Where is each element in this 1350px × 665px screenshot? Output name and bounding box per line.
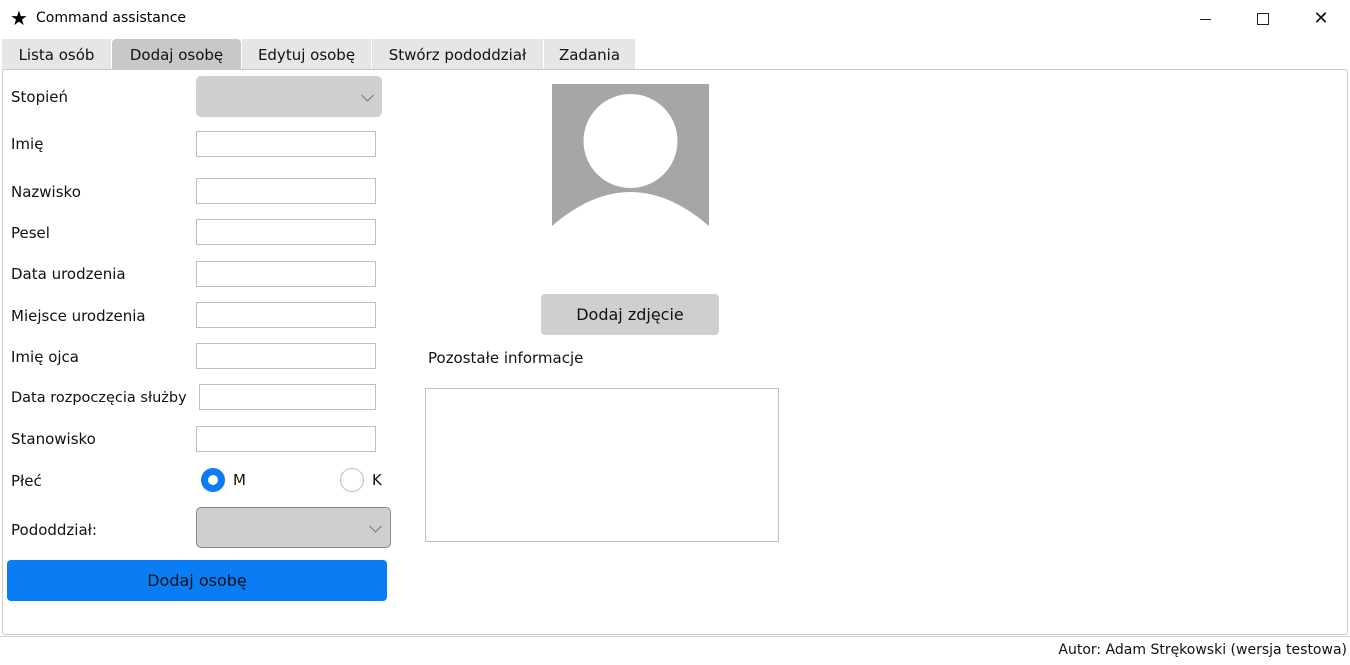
add-photo-button[interactable]: Dodaj zdjęcie	[541, 294, 719, 335]
data-urodzenia-label: Data urodzenia	[11, 265, 126, 283]
imie-ojca-label: Imię ojca	[11, 348, 79, 366]
minimize-button[interactable]	[1176, 0, 1234, 38]
tab-bar: Lista osób Dodaj osobę Edytuj osobę Stwó…	[0, 38, 1350, 70]
imie-label: Imię	[11, 135, 44, 153]
plec-m-radio[interactable]	[201, 468, 225, 492]
close-button[interactable]: ✕	[1292, 0, 1350, 38]
data-urodzenia-field[interactable]	[196, 261, 376, 287]
stopien-select[interactable]	[196, 76, 382, 117]
chevron-down-icon	[361, 88, 374, 102]
add-person-button[interactable]: Dodaj osobę	[7, 560, 387, 601]
avatar-placeholder	[552, 84, 709, 230]
minimize-icon	[1199, 18, 1211, 20]
stanowisko-field[interactable]	[196, 426, 376, 452]
tab-dodaj-osobe[interactable]: Dodaj osobę	[112, 39, 241, 70]
close-icon: ✕	[1313, 8, 1329, 29]
stanowisko-label: Stanowisko	[11, 430, 96, 448]
other-info-textarea[interactable]	[425, 388, 779, 542]
pododdzial-select[interactable]	[196, 507, 391, 548]
other-info-label: Pozostałe informacje	[428, 349, 584, 367]
pesel-field[interactable]	[196, 219, 376, 245]
nazwisko-field[interactable]	[196, 178, 376, 204]
maximize-icon	[1257, 13, 1269, 25]
tab-edytuj-osobe[interactable]: Edytuj osobę	[242, 39, 371, 70]
chevron-down-icon	[369, 519, 382, 533]
miejsce-urodzenia-label: Miejsce urodzenia	[11, 307, 146, 325]
tab-zadania[interactable]: Zadania	[544, 39, 635, 70]
tab-lista-osob[interactable]: Lista osób	[2, 39, 111, 70]
title-bar: ★ Command assistance ✕	[0, 0, 1350, 38]
tab-stworz-pododdzial[interactable]: Stwórz pododdział	[372, 39, 543, 70]
stopien-label: Stopień	[11, 88, 69, 106]
status-divider	[0, 636, 1350, 637]
plec-k-label: K	[372, 471, 382, 489]
plec-label: Płeć	[11, 472, 42, 490]
window-title: Command assistance	[36, 10, 187, 26]
status-text: Autor: Adam Strękowski (wersja testowa)	[1058, 642, 1347, 658]
star-icon: ★	[10, 6, 28, 30]
plec-m-label: M	[233, 471, 246, 489]
nazwisko-label: Nazwisko	[11, 183, 81, 201]
data-rozpoczecia-label: Data rozpoczęcia służby	[11, 390, 187, 406]
imie-field[interactable]	[196, 131, 376, 157]
pododdzial-label: Pododdział:	[11, 521, 97, 539]
plec-k-radio[interactable]	[340, 468, 364, 492]
pesel-label: Pesel	[11, 224, 50, 242]
data-rozpoczecia-field[interactable]	[199, 384, 376, 410]
miejsce-urodzenia-field[interactable]	[196, 302, 376, 328]
imie-ojca-field[interactable]	[196, 343, 376, 369]
maximize-button[interactable]	[1234, 0, 1292, 38]
